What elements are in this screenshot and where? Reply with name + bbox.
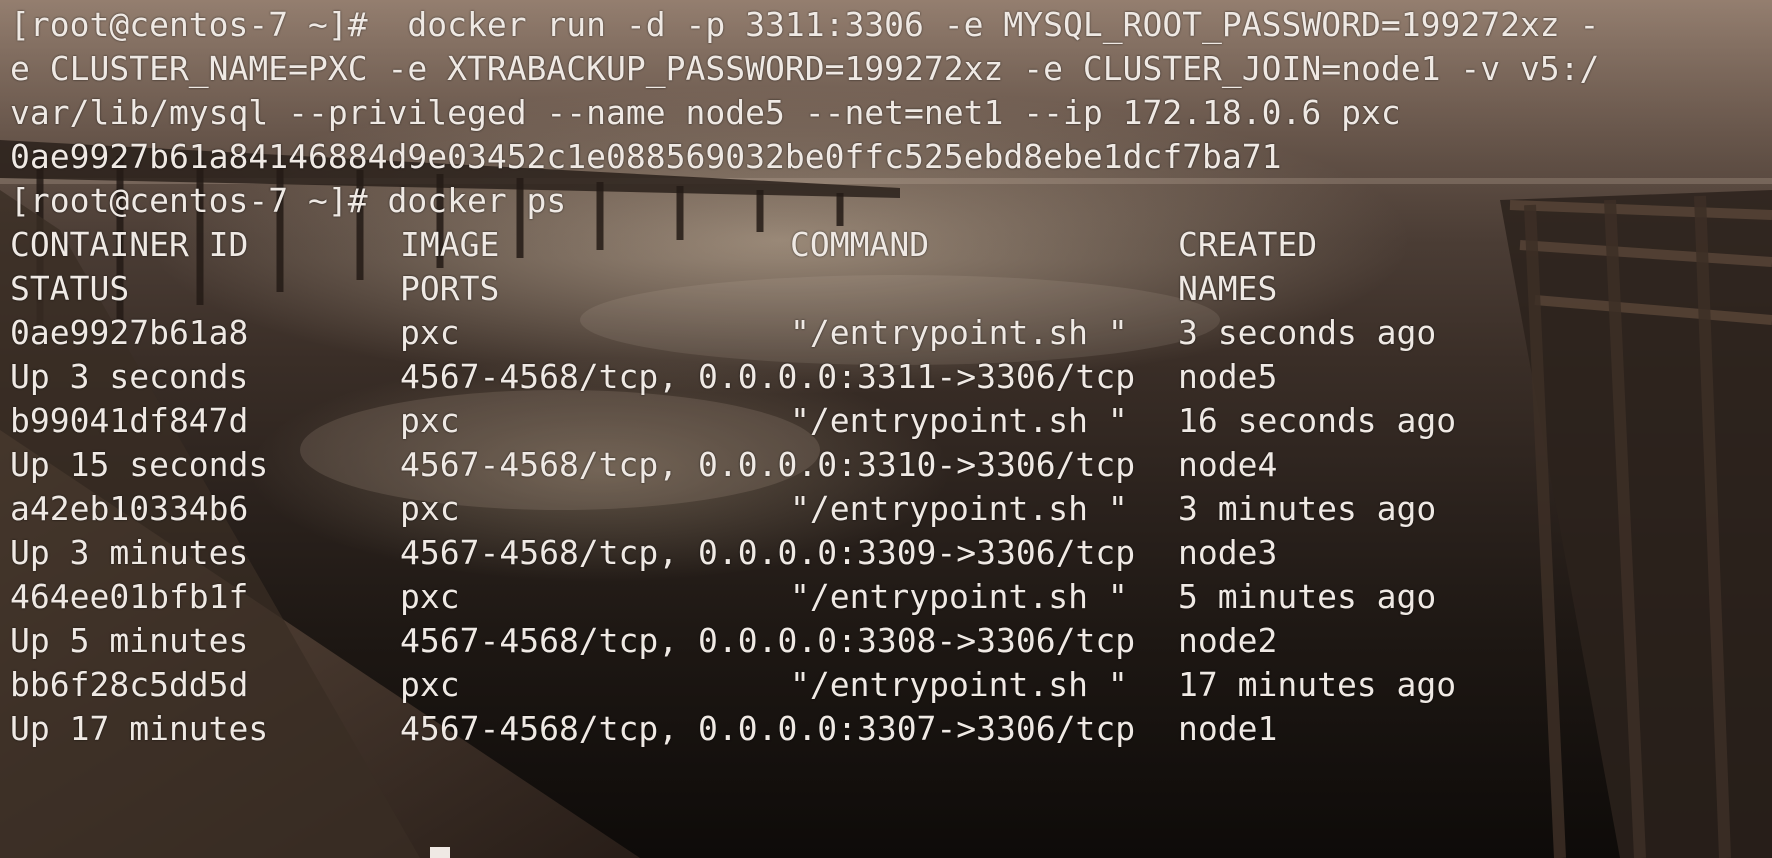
container-row: Up 5 minutes 4567-4568/tcp, 0.0.0.0:3308… — [10, 616, 1277, 666]
header-container-id: CONTAINER ID — [10, 225, 249, 264]
container-name: node2 — [1178, 621, 1278, 660]
container-command: "/entrypoint.sh " — [790, 489, 1128, 528]
container-command: "/entrypoint.sh " — [790, 665, 1128, 704]
container-created: 17 minutes ago — [1178, 665, 1457, 704]
container-row: 0ae9927b61a8 pxc "/entrypoint.sh " 3 sec… — [10, 308, 1436, 358]
terminal-output[interactable]: [root@centos-7 ~]# docker run -d -p 3311… — [0, 0, 1772, 858]
container-status: Up 3 minutes — [10, 533, 249, 572]
container-id: a42eb10334b6 — [10, 489, 249, 528]
container-status: Up 5 minutes — [10, 621, 249, 660]
container-status: Up 3 seconds — [10, 357, 249, 396]
container-ports: 4567-4568/tcp, 0.0.0.0:3307->3306/tcp — [400, 709, 1136, 748]
container-ports: 4567-4568/tcp, 0.0.0.0:3310->3306/tcp — [400, 445, 1136, 484]
container-ports: 4567-4568/tcp, 0.0.0.0:3311->3306/tcp — [400, 357, 1136, 396]
container-hash-output: 0ae9927b61a84146884d9e03452c1e088569032b… — [10, 137, 1282, 176]
command-line: [root@centos-7 ~]# docker run -d -p 3311… — [10, 5, 1600, 44]
container-ports: 4567-4568/tcp, 0.0.0.0:3309->3306/tcp — [400, 533, 1136, 572]
container-row: Up 17 minutes 4567-4568/tcp, 0.0.0.0:330… — [10, 704, 1277, 754]
container-row: a42eb10334b6 pxc "/entrypoint.sh " 3 min… — [10, 484, 1436, 534]
container-image: pxc — [400, 401, 460, 440]
container-id: b99041df847d — [10, 401, 249, 440]
container-row: b99041df847d pxc "/entrypoint.sh " 16 se… — [10, 396, 1456, 446]
header-command: COMMAND — [790, 225, 930, 264]
container-name: node5 — [1178, 357, 1278, 396]
ps-header-row: STATUS PORTS NAMES — [10, 264, 1277, 314]
container-name: node4 — [1178, 445, 1278, 484]
container-row: Up 3 seconds 4567-4568/tcp, 0.0.0.0:3311… — [10, 352, 1277, 402]
header-created: CREATED — [1178, 225, 1318, 264]
container-id: 0ae9927b61a8 — [10, 313, 249, 352]
container-image: pxc — [400, 577, 460, 616]
container-image: pxc — [400, 665, 460, 704]
header-ports: PORTS — [400, 269, 500, 308]
container-command: "/entrypoint.sh " — [790, 401, 1128, 440]
container-name: node3 — [1178, 533, 1278, 572]
container-image: pxc — [400, 313, 460, 352]
header-names: NAMES — [1178, 269, 1278, 308]
container-ports: 4567-4568/tcp, 0.0.0.0:3308->3306/tcp — [400, 621, 1136, 660]
container-created: 3 minutes ago — [1178, 489, 1437, 528]
header-status: STATUS — [10, 269, 130, 308]
container-row: Up 15 seconds 4567-4568/tcp, 0.0.0.0:331… — [10, 440, 1277, 490]
container-row: bb6f28c5dd5d pxc "/entrypoint.sh " 17 mi… — [10, 660, 1456, 710]
container-image: pxc — [400, 489, 460, 528]
container-id: bb6f28c5dd5d — [10, 665, 249, 704]
container-command: "/entrypoint.sh " — [790, 577, 1128, 616]
container-row: Up 3 minutes 4567-4568/tcp, 0.0.0.0:3309… — [10, 528, 1277, 578]
header-image: IMAGE — [400, 225, 500, 264]
container-row: 464ee01bfb1f pxc "/entrypoint.sh " 5 min… — [10, 572, 1436, 622]
container-command: "/entrypoint.sh " — [790, 313, 1128, 352]
command-line: var/lib/mysql --privileged --name node5 … — [10, 93, 1401, 132]
text-cursor — [430, 847, 450, 858]
container-created: 3 seconds ago — [1178, 313, 1437, 352]
container-name: node1 — [1178, 709, 1278, 748]
command-line: [root@centos-7 ~]# docker ps — [10, 181, 567, 220]
container-status: Up 15 seconds — [10, 445, 269, 484]
command-line: e CLUSTER_NAME=PXC -e XTRABACKUP_PASSWOR… — [10, 49, 1600, 88]
container-created: 5 minutes ago — [1178, 577, 1437, 616]
container-id: 464ee01bfb1f — [10, 577, 249, 616]
container-created: 16 seconds ago — [1178, 401, 1457, 440]
ps-header-row: CONTAINER ID IMAGE COMMAND CREATED — [10, 220, 1317, 270]
container-status: Up 17 minutes — [10, 709, 269, 748]
terminal-window[interactable]: [root@centos-7 ~]# docker run -d -p 3311… — [0, 0, 1772, 858]
